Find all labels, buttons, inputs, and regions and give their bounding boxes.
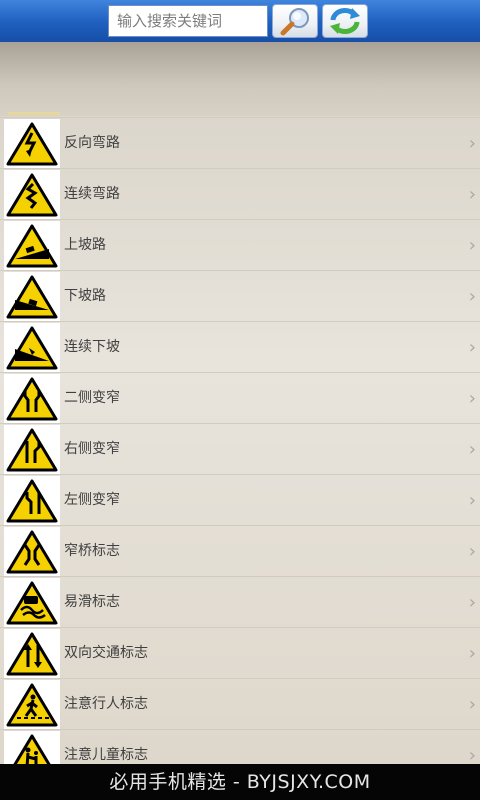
sign-thumbnail [4,476,60,525]
reverse-curve-sign-icon [6,122,58,165]
bottom-bar: 必用手机精选 - BYJSJXY.COM [0,764,480,800]
chevron-right-icon: › [468,541,476,562]
list-item[interactable]: 反向弯路 › [0,117,480,168]
sign-thumbnail [4,527,60,576]
chevron-right-icon: › [468,337,476,358]
uphill-sign-icon [6,224,58,267]
sign-thumbnail [4,629,60,678]
road-narrows-left-sign-icon [6,479,58,522]
list-item-label: 连续下坡 [64,339,120,355]
list-item[interactable]: 易滑标志 › [0,576,480,627]
sign-list[interactable]: 反向弯路 › 连续弯路 › 上坡路 › 下坡路 › 连续下坡 › 二侧变窄 › 右侧变窄 › 左侧变窄 › 窄桥… [0,117,480,780]
header-band [0,42,480,116]
magnifier-icon [280,8,309,36]
chevron-right-icon: › [468,286,476,307]
refresh-icon [330,8,360,34]
two-way-traffic-sign-icon [6,632,58,675]
continuous-downhill-sign-icon [6,326,58,369]
list-item[interactable]: 窄桥标志 › [0,525,480,576]
list-item[interactable]: 连续下坡 › [0,321,480,372]
sign-thumbnail [4,170,60,219]
chevron-right-icon: › [468,643,476,664]
list-item-label: 易滑标志 [64,594,120,610]
slippery-road-sign-icon [6,581,58,624]
road-narrows-both-sides-sign-icon [6,377,58,420]
list-item[interactable]: 注意行人标志 › [0,678,480,729]
chevron-right-icon: › [468,133,476,154]
sign-thumbnail [4,374,60,423]
list-item[interactable]: 双向交通标志 › [0,627,480,678]
list-item-label: 二侧变窄 [64,390,120,406]
downhill-sign-icon [6,275,58,318]
chevron-right-icon: › [468,592,476,613]
sign-thumbnail [4,323,60,372]
list-item-label: 双向交通标志 [64,645,148,661]
pedestrian-crossing-sign-icon [6,683,58,726]
sign-thumbnail [4,578,60,627]
watermark-text: 必用手机精选 - BYJSJXY.COM [109,771,371,793]
sign-thumbnail [4,680,60,729]
sign-thumbnail [4,119,60,168]
list-item-label: 下坡路 [64,288,106,304]
search-button[interactable] [272,4,318,38]
list-item[interactable]: 二侧变窄 › [0,372,480,423]
sign-thumbnail [4,425,60,474]
chevron-right-icon: › [468,184,476,205]
list-item-label: 上坡路 [64,237,106,253]
list-item-label: 右侧变窄 [64,441,120,457]
list-item[interactable]: 上坡路 › [0,219,480,270]
sign-thumbnail [4,221,60,270]
list-item-label: 连续弯路 [64,186,120,202]
winding-road-sign-icon [6,173,58,216]
chevron-right-icon: › [468,439,476,460]
sign-thumbnail [4,272,60,321]
chevron-right-icon: › [468,694,476,715]
list-item-label: 注意行人标志 [64,696,148,712]
search-input[interactable] [108,5,268,37]
list-item[interactable]: 右侧变窄 › [0,423,480,474]
road-narrows-right-sign-icon [6,428,58,471]
list-item-label: 左侧变窄 [64,492,120,508]
list-item[interactable]: 下坡路 › [0,270,480,321]
list-item[interactable]: 左侧变窄 › [0,474,480,525]
list-header-marker [8,112,60,115]
list-item-label: 反向弯路 [64,135,120,151]
chevron-right-icon: › [468,235,476,256]
chevron-right-icon: › [468,490,476,511]
refresh-button[interactable] [322,4,368,38]
narrow-bridge-sign-icon [6,530,58,573]
list-item[interactable]: 连续弯路 › [0,168,480,219]
chevron-right-icon: › [468,388,476,409]
top-bar [0,0,480,42]
list-item-label: 窄桥标志 [64,543,120,559]
